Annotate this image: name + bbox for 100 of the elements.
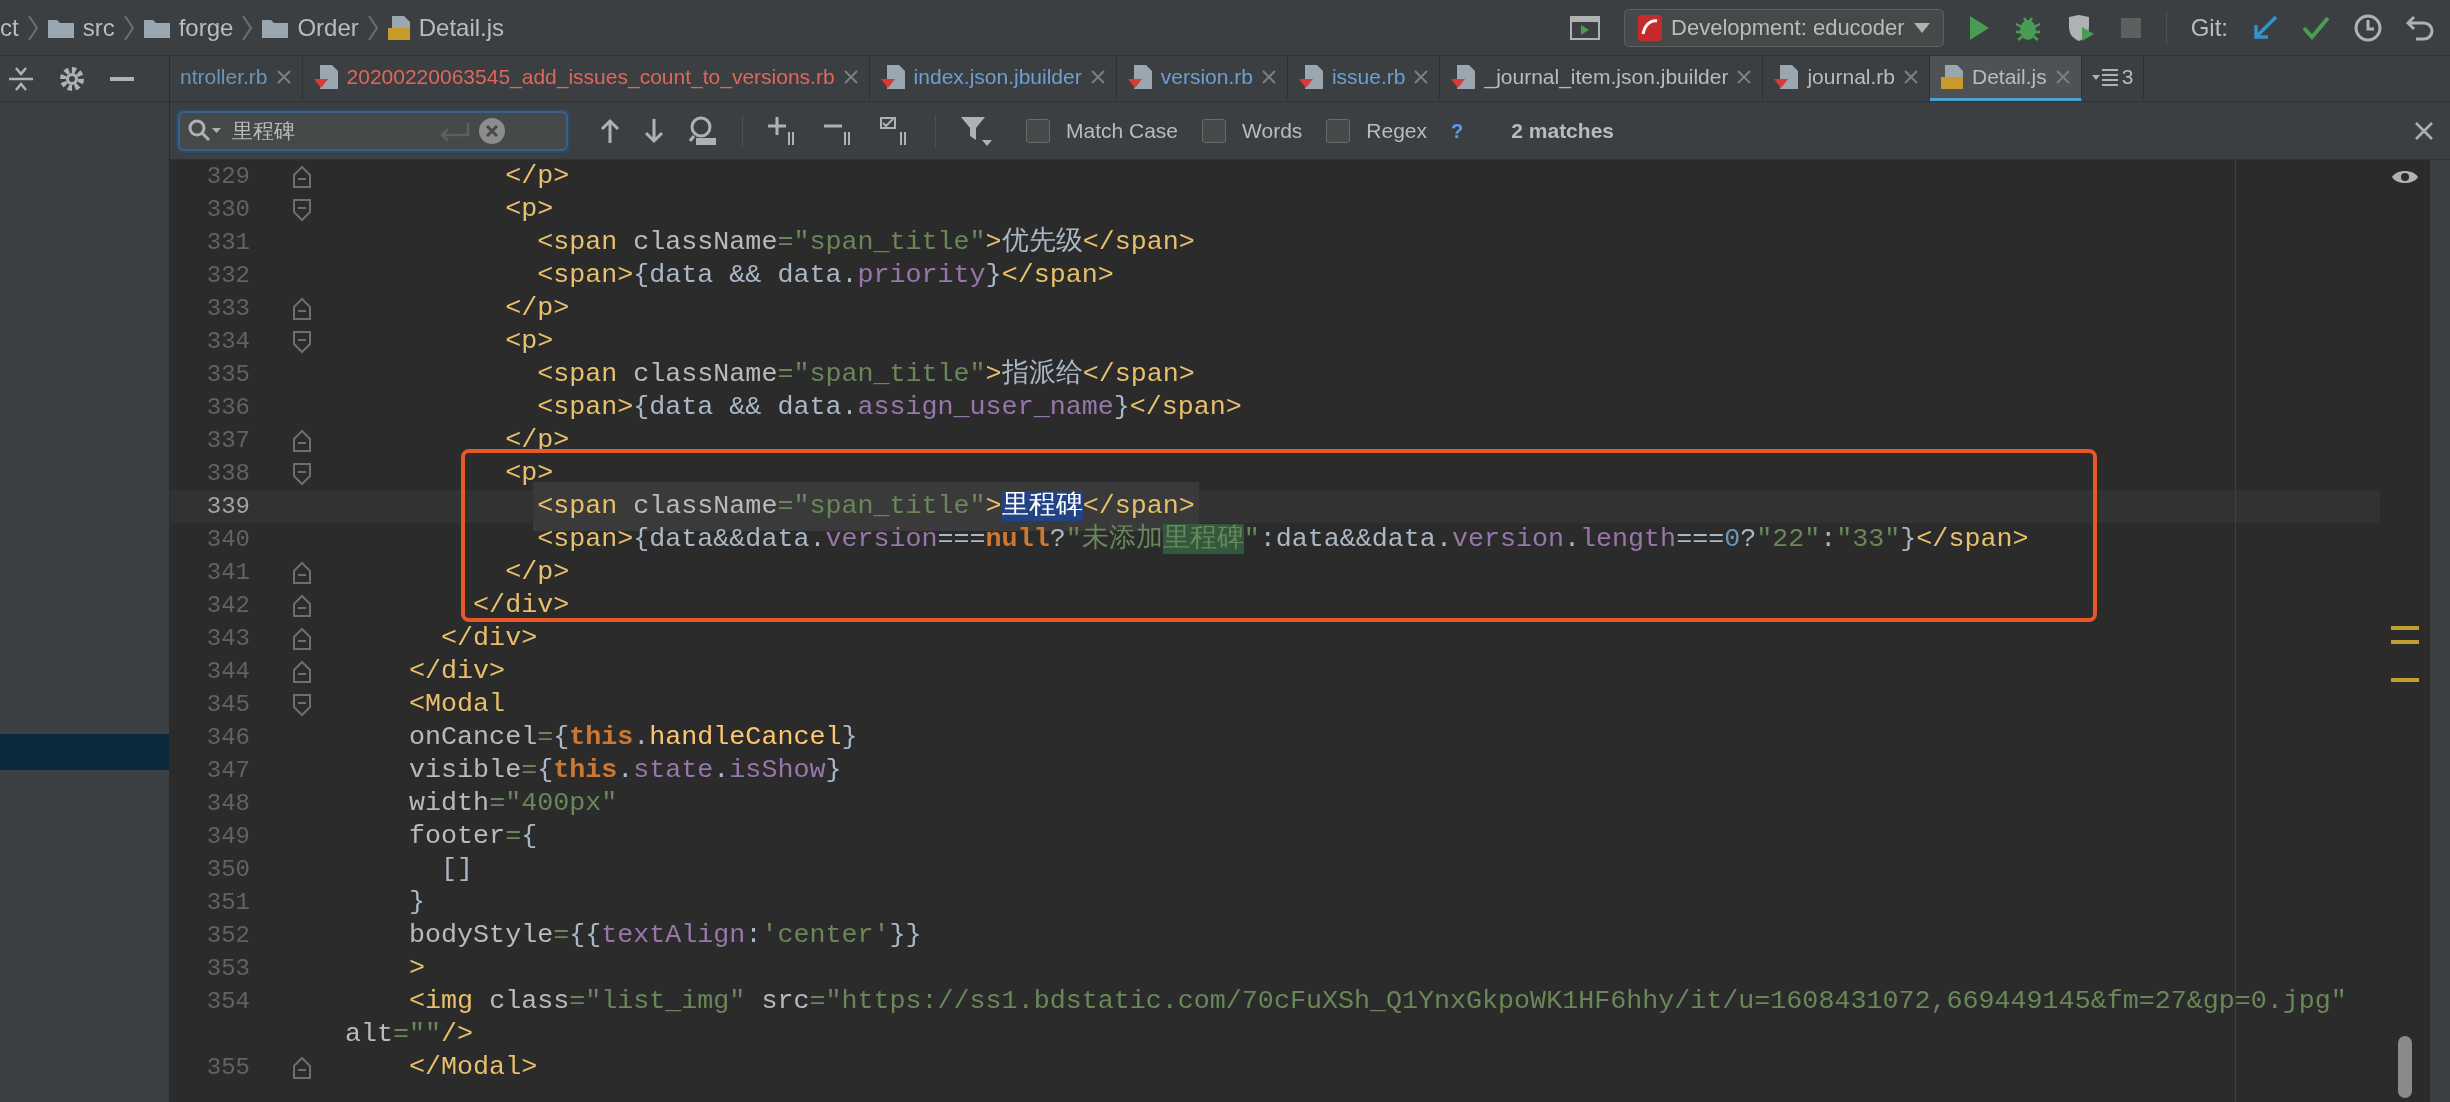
down-arrow-icon[interactable] — [644, 117, 664, 144]
line-number: 354 — [206, 987, 250, 1015]
close-icon[interactable] — [1089, 69, 1106, 85]
breadcrumb-item[interactable]: src — [82, 9, 115, 46]
fold-marker-icon[interactable] — [292, 329, 312, 354]
code-line: <p> — [505, 325, 554, 359]
minimize-icon[interactable] — [110, 76, 134, 81]
ruby-file-icon — [1450, 64, 1477, 90]
rails-icon — [1637, 13, 1664, 42]
close-icon[interactable] — [1736, 69, 1753, 85]
fold-marker-icon[interactable] — [292, 461, 312, 486]
ruby-file-icon — [1126, 64, 1153, 90]
ruby-file-icon — [312, 64, 339, 90]
clear-icon[interactable] — [478, 116, 506, 145]
fold-marker-icon[interactable] — [292, 692, 312, 717]
play-icon[interactable] — [1967, 14, 1990, 41]
code-line: </p> — [505, 160, 570, 194]
code-line: [] — [441, 853, 474, 887]
undo-icon[interactable] — [2406, 14, 2434, 41]
code-line: <p> — [505, 193, 554, 227]
code-line: <img class="list_img" src="https://ss1.bdstatic.com/70cFuXSh_Q1YnxGkpoWK1HF6hhy/it/u=1608431072,669449145&fm=27&gp=0.jpg" — [409, 985, 2347, 1019]
fold-marker-icon[interactable] — [292, 197, 312, 222]
breadcrumb-item[interactable]: Detail.js — [418, 9, 505, 46]
line-number: 342 — [206, 591, 250, 619]
scrollbar-thumb[interactable] — [2398, 1036, 2412, 1098]
code-line: </p> — [505, 556, 570, 590]
run-configuration-dropdown[interactable]: Development: educoder — [1624, 8, 1944, 47]
clock-icon[interactable] — [2354, 13, 2382, 42]
caret-icon — [1912, 21, 1931, 34]
line-number: 332 — [206, 261, 250, 289]
line-number: 336 — [206, 393, 250, 421]
up-arrow-icon[interactable] — [600, 117, 620, 144]
filter-icon[interactable] — [960, 114, 994, 147]
settings-icon[interactable] — [58, 64, 86, 93]
stop-icon[interactable] — [2119, 16, 2142, 39]
ruby-file-icon — [1773, 64, 1800, 90]
breadcrumb-item[interactable]: forge — [178, 9, 234, 46]
collapse-icon[interactable] — [8, 65, 34, 92]
code-line: alt=""/> — [345, 1018, 474, 1052]
js-file-icon — [1940, 64, 1964, 90]
checkbox-label[interactable]: Match Case — [1066, 114, 1179, 147]
line-number: 331 — [206, 228, 250, 256]
check-icon[interactable] — [2302, 15, 2330, 40]
fold-marker-icon[interactable] — [292, 626, 312, 651]
code-line: footer={ — [409, 820, 538, 854]
fold-marker-icon[interactable] — [292, 428, 312, 453]
line-number: 339 — [206, 492, 250, 520]
line-number: 341 — [206, 558, 250, 586]
line-number: 345 — [206, 690, 250, 718]
chevron-icon — [366, 13, 379, 42]
run-window-icon[interactable] — [1570, 14, 1601, 41]
code-line: } — [409, 886, 426, 920]
fold-marker-icon[interactable] — [292, 593, 312, 618]
line-number: 349 — [206, 822, 250, 850]
code-line: </div> — [473, 589, 570, 623]
code-line: <span className="span_title">指派给</span> — [537, 358, 1195, 392]
code-line: width="400px" — [409, 787, 618, 821]
fold-marker-icon[interactable] — [292, 659, 312, 684]
help-link[interactable]: ? — [1451, 115, 1464, 146]
eye-icon[interactable] — [2391, 168, 2419, 186]
enter-icon — [438, 120, 470, 141]
close-icon[interactable] — [275, 69, 292, 85]
code-line: visible={this.state.isShow} — [409, 754, 842, 788]
breadcrumb-item[interactable]: Order — [297, 9, 359, 46]
match-count: 2 matches — [1511, 117, 1614, 144]
checkbox-label[interactable]: Regex — [1366, 114, 1428, 147]
close-icon[interactable] — [842, 69, 859, 85]
search-input[interactable]: 里程碑 — [230, 113, 430, 148]
breadcrumb-item[interactable]: ct — [0, 9, 19, 46]
line-number: 335 — [206, 360, 250, 388]
code-line: bodyStyle={{textAlign:'center'}} — [409, 919, 922, 953]
code-line: </div> — [441, 622, 538, 656]
fold-marker-icon[interactable] — [292, 296, 312, 321]
close-icon[interactable] — [2414, 120, 2434, 141]
line-number: 355 — [206, 1053, 250, 1081]
code-line: <span>{data && data.priority}</span> — [537, 259, 1114, 293]
editor-tab[interactable]: Detail.js — [1930, 56, 2082, 101]
line-number: 353 — [206, 954, 250, 982]
code-line: <span>{data && data.assign_user_name}</span> — [537, 391, 1242, 425]
code-line: </Modal> — [409, 1051, 538, 1085]
search-field[interactable]: 里程碑 — [178, 110, 568, 151]
close-icon[interactable] — [1903, 69, 1919, 85]
line-number: 352 — [206, 921, 250, 949]
line-number: 334 — [206, 327, 250, 355]
checkbox[interactable] — [1202, 118, 1227, 143]
select-all-occurrences-icon[interactable] — [688, 115, 718, 146]
checkbox[interactable] — [1326, 118, 1351, 143]
ruby-file-icon — [1297, 64, 1324, 90]
line-number: 346 — [206, 723, 250, 751]
fold-marker-icon[interactable] — [292, 1055, 312, 1080]
arrow-icon[interactable] — [2252, 14, 2278, 41]
code-line: <Modal — [409, 688, 506, 722]
checkbox-label[interactable]: Words — [1242, 114, 1303, 147]
fold-marker-icon[interactable] — [292, 560, 312, 585]
checkbox[interactable] — [1026, 118, 1050, 143]
close-icon[interactable] — [1260, 69, 1277, 85]
close-icon[interactable] — [1413, 69, 1430, 85]
fold-marker-icon[interactable] — [292, 164, 312, 189]
code-line: > — [409, 952, 426, 986]
code-line: onCancel={this.handleCancel} — [409, 721, 858, 755]
